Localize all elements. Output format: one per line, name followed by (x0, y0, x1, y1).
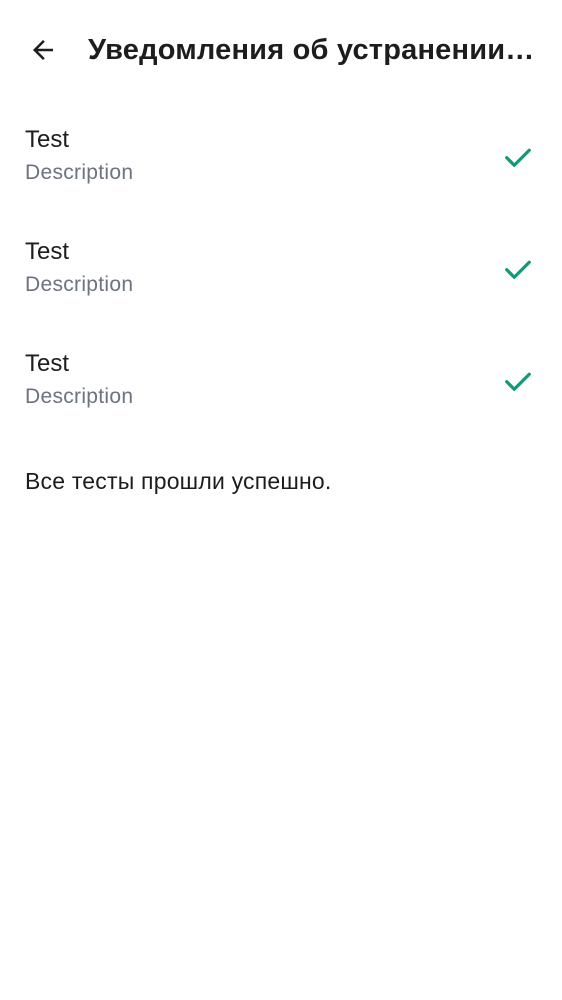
page-title: Уведомления об устранении … (88, 34, 540, 66)
check-icon (505, 372, 531, 391)
summary-text: Все тесты прошли успешно. (25, 468, 332, 494)
back-button[interactable] (19, 26, 67, 74)
test-item-title: Test (25, 350, 70, 377)
arrow-back-icon (33, 40, 53, 60)
test-item[interactable]: Test Description (0, 213, 562, 325)
test-item[interactable]: Test Description (0, 101, 562, 213)
test-item-title: Test (25, 238, 70, 265)
app-bar: Уведомления об устранении … (0, 0, 562, 100)
test-item-description: Description (25, 161, 134, 184)
test-item[interactable]: Test Description (0, 325, 562, 437)
check-icon (505, 260, 531, 279)
test-item-description: Description (25, 273, 134, 296)
test-item-description: Description (25, 385, 134, 408)
test-item-title: Test (25, 126, 70, 153)
check-icon (505, 148, 531, 167)
test-list: Test Description Test Description Test D… (0, 101, 562, 437)
